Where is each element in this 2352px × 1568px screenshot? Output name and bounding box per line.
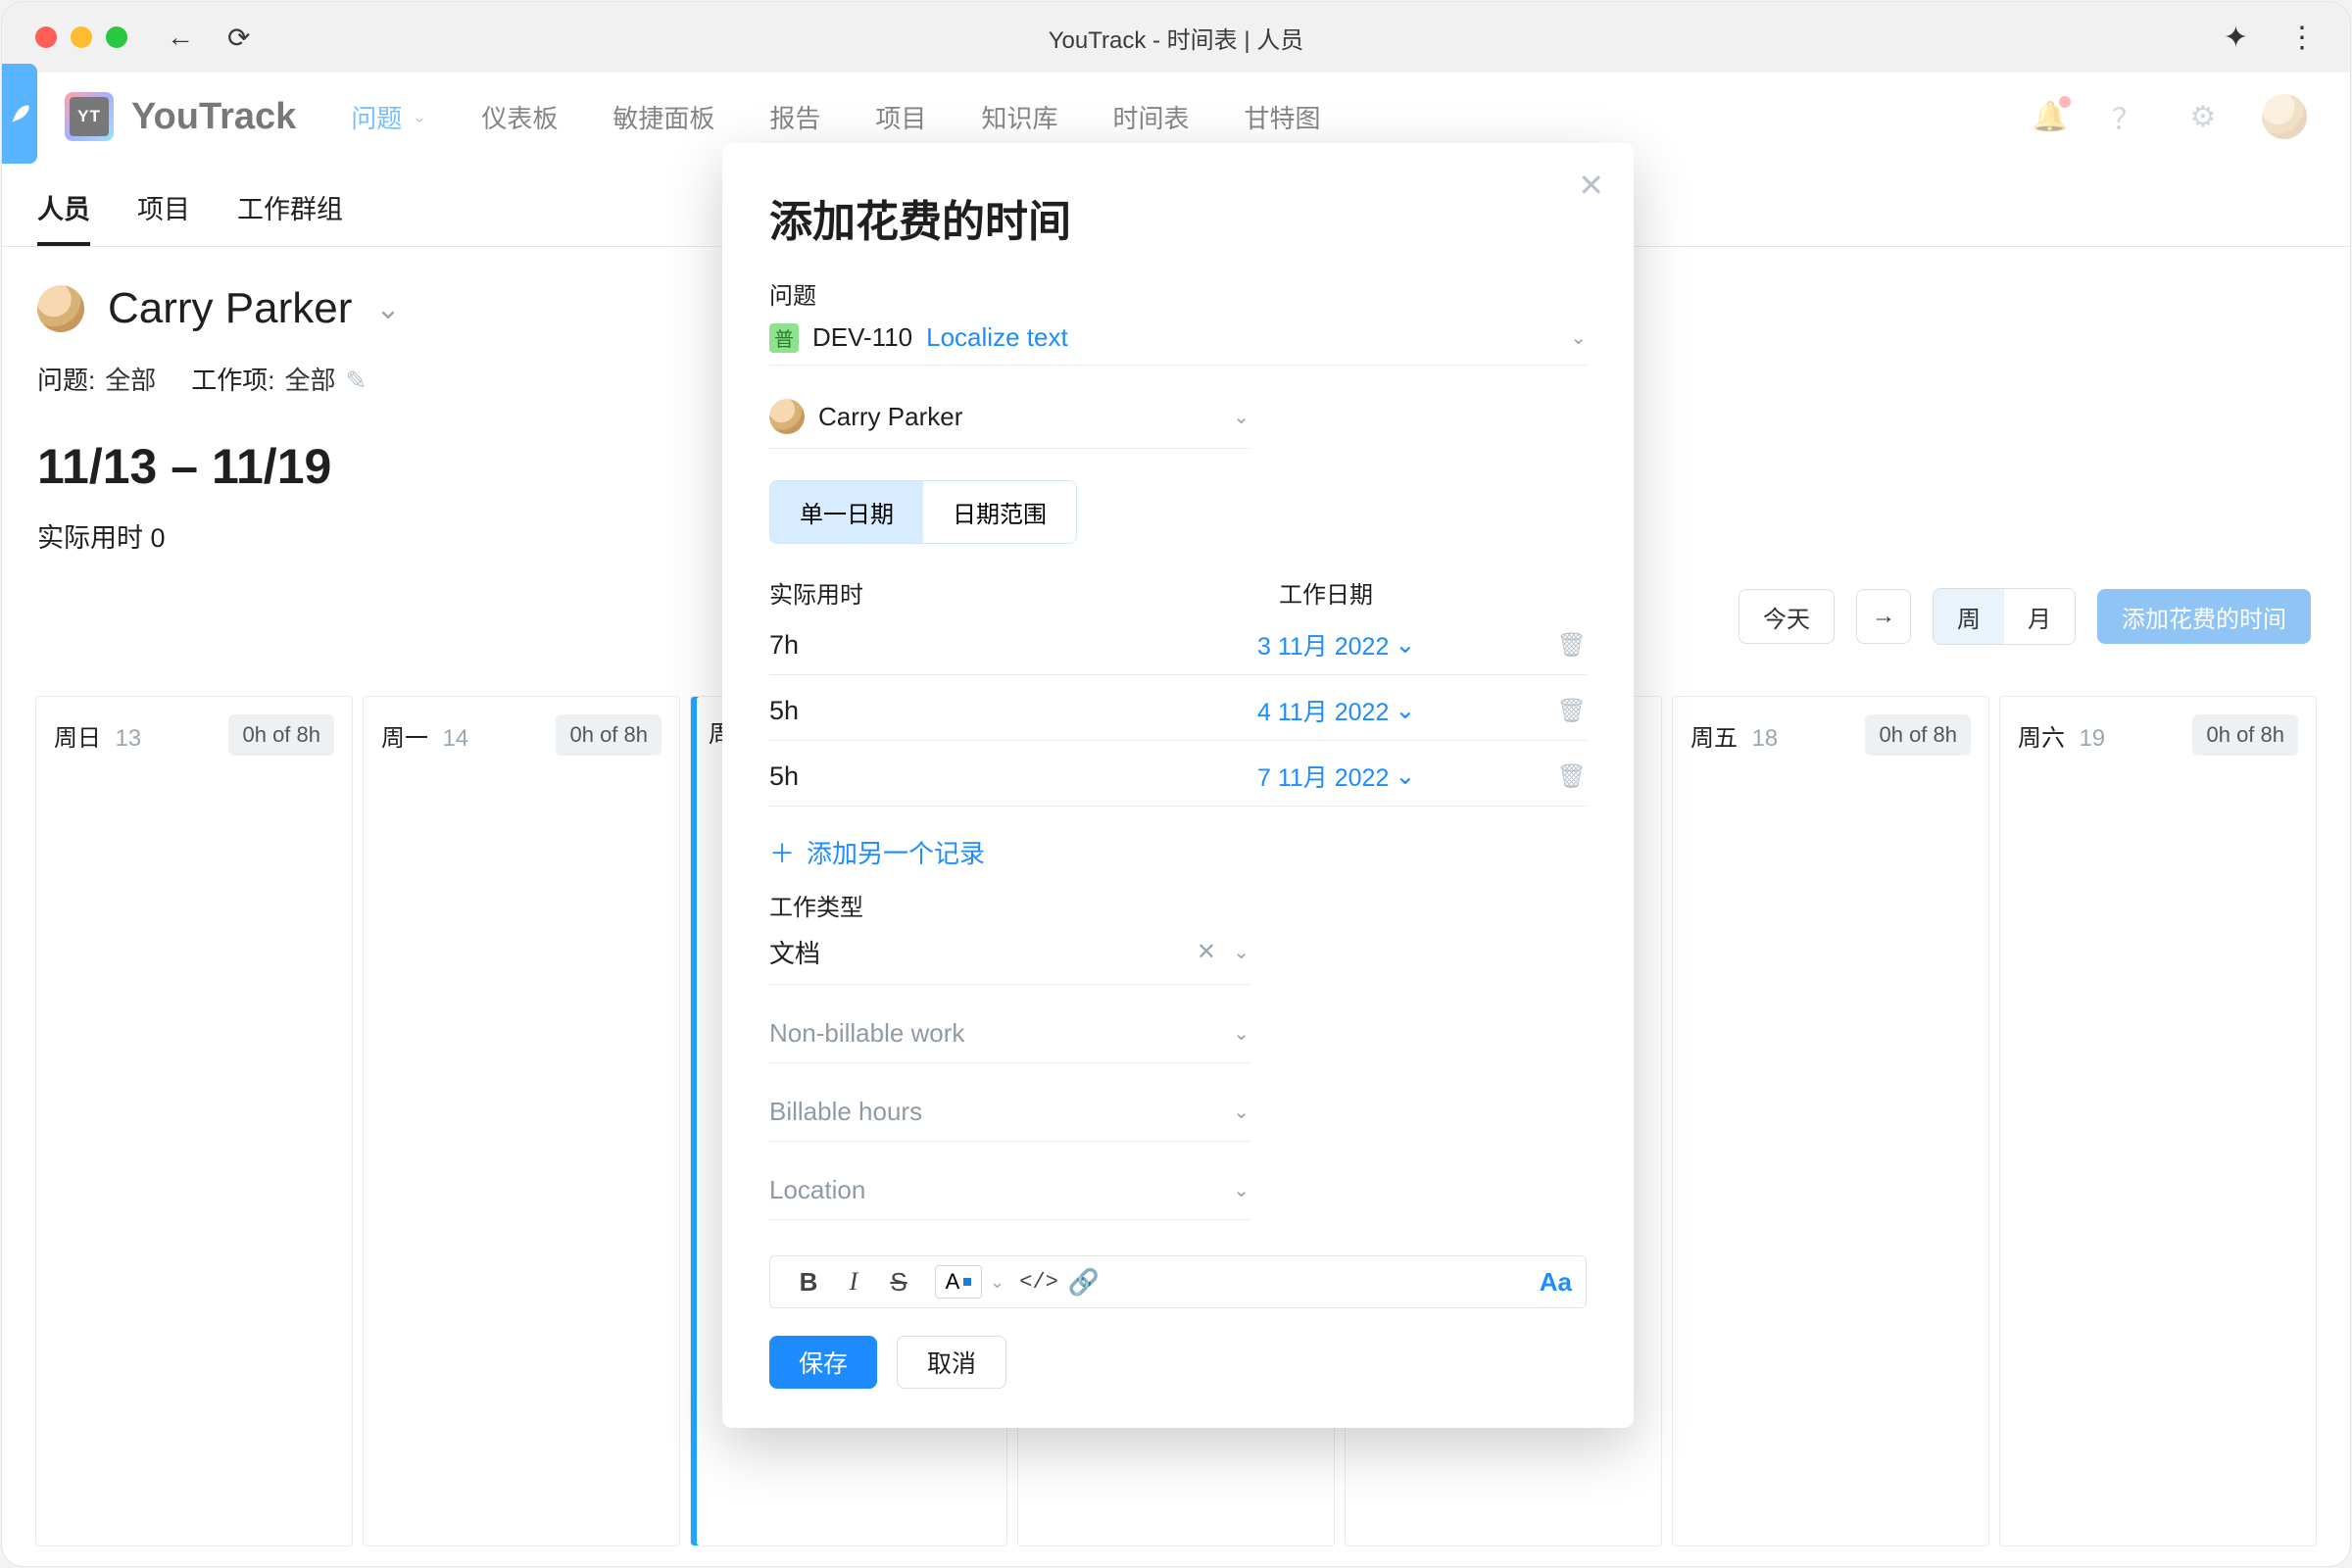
chevron-down-icon: ⌄ bbox=[1395, 696, 1415, 725]
trash-icon[interactable]: 🗑 bbox=[1557, 697, 1587, 725]
chevron-down-icon: ⌄ bbox=[1233, 1100, 1250, 1124]
clear-icon[interactable]: ✕ bbox=[1197, 938, 1216, 966]
chevron-down-icon: ⌄ bbox=[1395, 761, 1415, 791]
chevron-down-icon: ⌄ bbox=[1395, 630, 1415, 660]
issue-key: DEV-110 bbox=[812, 322, 912, 353]
add-record-button[interactable]: ＋ 添加另一个记录 bbox=[769, 834, 1587, 870]
code-button[interactable]: </> bbox=[1016, 1270, 1061, 1295]
worktype-select[interactable]: 文档 ✕ ⌄ bbox=[769, 928, 1250, 985]
link-button[interactable]: 🔗 bbox=[1061, 1267, 1106, 1298]
date-range-button[interactable]: 日期范围 bbox=[923, 481, 1076, 543]
time-header: 实际用时 bbox=[769, 575, 1240, 610]
chevron-down-icon: ⌄ bbox=[1570, 325, 1587, 350]
chevron-down-icon: ⌄ bbox=[1233, 940, 1250, 964]
avatar bbox=[769, 399, 805, 434]
trash-icon[interactable]: 🗑 bbox=[1557, 631, 1587, 660]
modal-overlay: ✕ 添加花费的时间 问题 普 DEV-110 Localize text ⌄ C… bbox=[2, 2, 2350, 1566]
date-picker[interactable]: 4 11月 2022⌄ bbox=[1257, 693, 1415, 728]
italic-button[interactable]: I bbox=[831, 1267, 876, 1297]
trash-icon[interactable]: 🗑 bbox=[1557, 762, 1587, 791]
billable-select[interactable]: Billable hours ⌄ bbox=[769, 1091, 1250, 1142]
nonbillable-select[interactable]: Non-billable work ⌄ bbox=[769, 1012, 1250, 1063]
time-row: 7h 3 11月 2022⌄ 🗑 bbox=[769, 627, 1587, 675]
assignee-select[interactable]: Carry Parker ⌄ bbox=[769, 393, 1250, 449]
time-input[interactable]: 7h bbox=[769, 630, 1257, 661]
worktype-label: 工作类型 bbox=[769, 888, 1587, 922]
dialog-title: 添加花费的时间 bbox=[769, 186, 1587, 249]
date-header: 工作日期 bbox=[1279, 575, 1373, 610]
text-color-button[interactable]: A bbox=[935, 1265, 982, 1298]
text-format-button[interactable]: Aa bbox=[1540, 1267, 1572, 1298]
rich-text-toolbar: B I S A ⌄ </> 🔗 Aa bbox=[769, 1255, 1587, 1308]
strike-button[interactable]: S bbox=[876, 1267, 921, 1298]
issue-select[interactable]: 普 DEV-110 Localize text ⌄ bbox=[769, 322, 1587, 366]
cancel-button[interactable]: 取消 bbox=[897, 1336, 1006, 1389]
priority-badge: 普 bbox=[769, 323, 799, 353]
add-spent-time-dialog: ✕ 添加花费的时间 问题 普 DEV-110 Localize text ⌄ C… bbox=[722, 143, 1634, 1428]
chevron-down-icon[interactable]: ⌄ bbox=[990, 1272, 1004, 1293]
chevron-down-icon: ⌄ bbox=[1233, 405, 1250, 429]
time-input[interactable]: 5h bbox=[769, 696, 1257, 726]
issue-label: 问题 bbox=[769, 276, 1587, 311]
issue-summary: Localize text bbox=[926, 322, 1068, 353]
chevron-down-icon: ⌄ bbox=[1233, 1021, 1250, 1046]
bold-button[interactable]: B bbox=[786, 1267, 831, 1298]
plus-icon: ＋ bbox=[769, 834, 795, 870]
close-icon[interactable]: ✕ bbox=[1578, 167, 1604, 204]
date-picker[interactable]: 7 11月 2022⌄ bbox=[1257, 759, 1415, 794]
date-picker[interactable]: 3 11月 2022⌄ bbox=[1257, 627, 1415, 662]
time-row: 5h 7 11月 2022⌄ 🗑 bbox=[769, 759, 1587, 807]
date-mode-segment: 单一日期 日期范围 bbox=[769, 480, 1077, 544]
chevron-down-icon: ⌄ bbox=[1233, 1178, 1250, 1202]
time-input[interactable]: 5h bbox=[769, 761, 1257, 792]
save-button[interactable]: 保存 bbox=[769, 1336, 877, 1389]
single-date-button[interactable]: 单一日期 bbox=[770, 481, 923, 543]
time-row: 5h 4 11月 2022⌄ 🗑 bbox=[769, 693, 1587, 741]
location-select[interactable]: Location ⌄ bbox=[769, 1169, 1250, 1220]
